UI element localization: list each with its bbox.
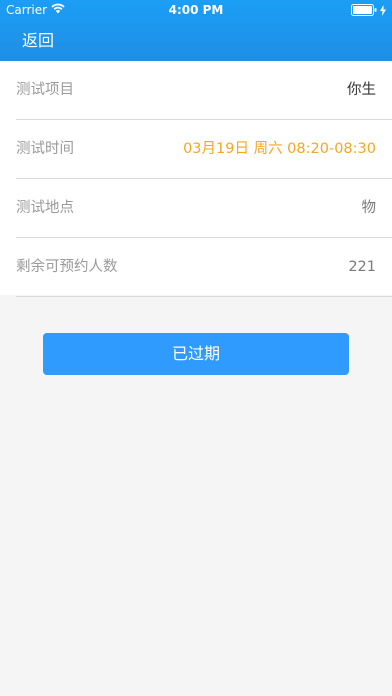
detail-list: 测试项目 你生 测试时间 03月19日 周六 08:20-08:30 测试地点 … xyxy=(0,61,392,297)
row-remaining-slots: 剩余可预约人数 221 xyxy=(16,238,392,297)
row-label: 测试地点 xyxy=(16,200,74,216)
row-test-item: 测试项目 你生 xyxy=(16,61,392,120)
status-bar: Carrier 4:00 PM xyxy=(0,0,392,20)
row-value: 221 xyxy=(348,259,376,275)
back-button[interactable]: 返回 xyxy=(22,30,54,52)
row-label: 测试项目 xyxy=(16,82,74,98)
row-value: 你生 xyxy=(347,82,376,98)
row-value: 03月19日 周六 08:20-08:30 xyxy=(183,141,376,157)
expired-button[interactable]: 已过期 xyxy=(43,333,349,375)
battery-icon xyxy=(351,4,377,19)
status-time: 4:00 PM xyxy=(168,3,224,17)
row-test-time: 测试时间 03月19日 周六 08:20-08:30 xyxy=(16,120,392,179)
status-right xyxy=(351,4,386,19)
row-value: 物 xyxy=(361,200,377,216)
row-label: 测试时间 xyxy=(16,141,74,157)
row-label: 剩余可预约人数 xyxy=(16,259,118,275)
charging-icon xyxy=(380,4,386,19)
row-test-location: 测试地点 物 xyxy=(16,179,392,238)
header-bar: Carrier 4:00 PM 返回 xyxy=(0,0,392,61)
